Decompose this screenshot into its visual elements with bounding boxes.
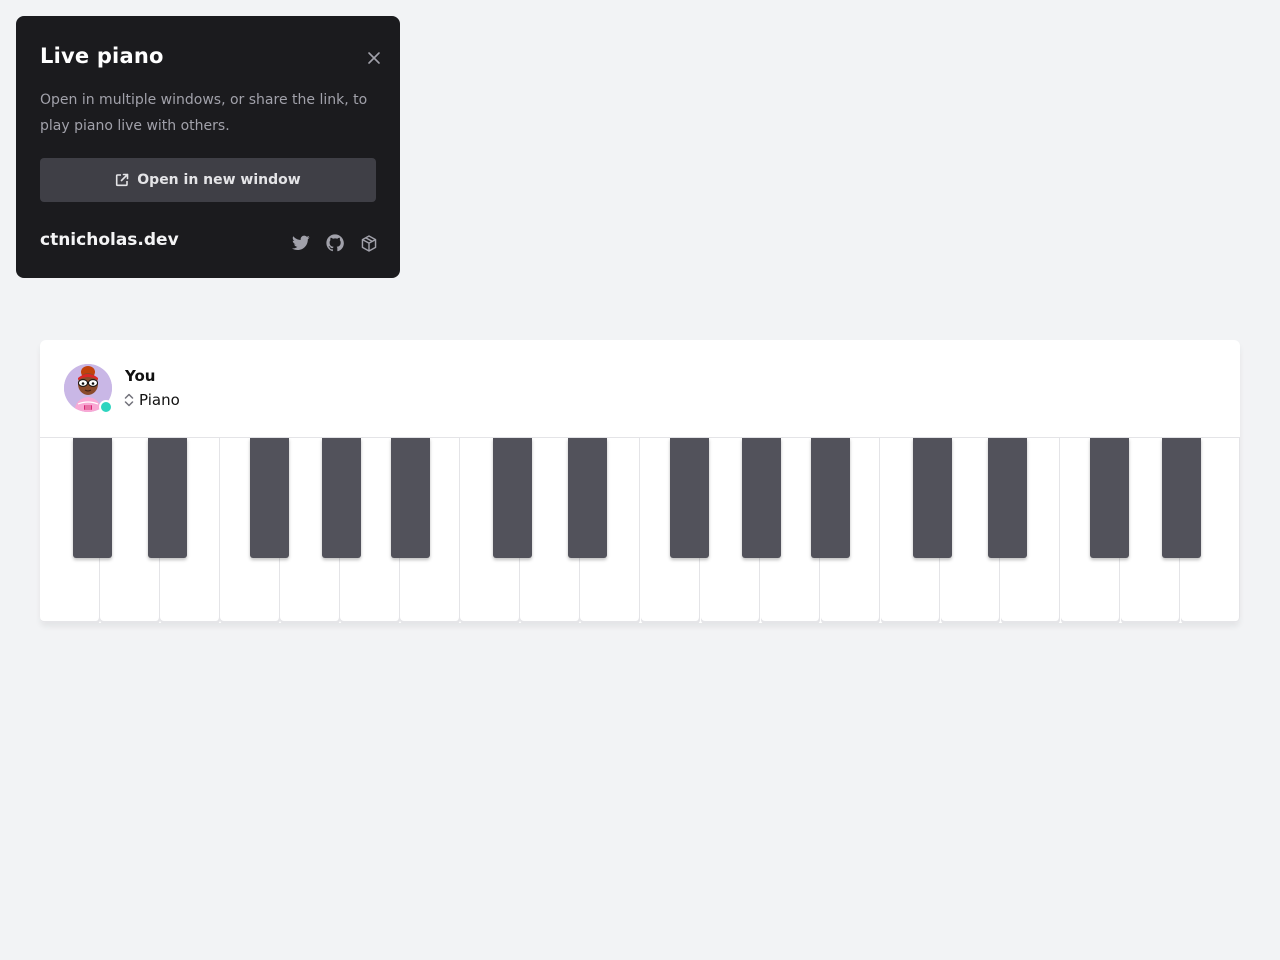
piano-keyboard xyxy=(40,438,1240,623)
info-panel: Live piano Open in multiple windows, or … xyxy=(16,16,400,278)
black-key[interactable] xyxy=(670,438,709,558)
codesandbox-link[interactable] xyxy=(360,234,378,252)
close-button[interactable] xyxy=(366,50,382,66)
black-key[interactable] xyxy=(322,438,361,558)
twitter-icon xyxy=(292,235,310,250)
github-link[interactable] xyxy=(326,234,344,252)
player-name: You xyxy=(125,367,156,385)
open-new-window-button[interactable]: Open in new window xyxy=(40,158,376,202)
black-key[interactable] xyxy=(988,438,1027,558)
black-key[interactable] xyxy=(391,438,430,558)
black-key[interactable] xyxy=(811,438,850,558)
black-key[interactable] xyxy=(1162,438,1201,558)
social-links xyxy=(292,234,378,252)
black-key[interactable] xyxy=(73,438,112,558)
chevron-up-down-icon xyxy=(123,392,135,408)
external-link-icon xyxy=(115,173,129,187)
black-key[interactable] xyxy=(742,438,781,558)
close-icon xyxy=(368,52,380,64)
black-key[interactable] xyxy=(1090,438,1129,558)
open-new-window-label: Open in new window xyxy=(137,172,301,188)
black-key[interactable] xyxy=(250,438,289,558)
player-header: You Piano xyxy=(40,340,1240,438)
twitter-link[interactable] xyxy=(292,234,310,252)
online-status-dot xyxy=(99,400,113,414)
github-icon xyxy=(326,234,344,252)
instrument-select[interactable]: Piano xyxy=(123,391,180,409)
panel-description: Open in multiple windows, or share the l… xyxy=(40,92,368,134)
instrument-label: Piano xyxy=(139,391,180,409)
panel-title: Live piano xyxy=(40,44,164,68)
piano-card: You Piano xyxy=(40,340,1240,623)
black-key[interactable] xyxy=(568,438,607,558)
black-key[interactable] xyxy=(493,438,532,558)
black-key[interactable] xyxy=(913,438,952,558)
codesandbox-icon xyxy=(361,234,377,252)
site-name: ctnicholas.dev xyxy=(40,230,179,250)
black-key[interactable] xyxy=(148,438,187,558)
